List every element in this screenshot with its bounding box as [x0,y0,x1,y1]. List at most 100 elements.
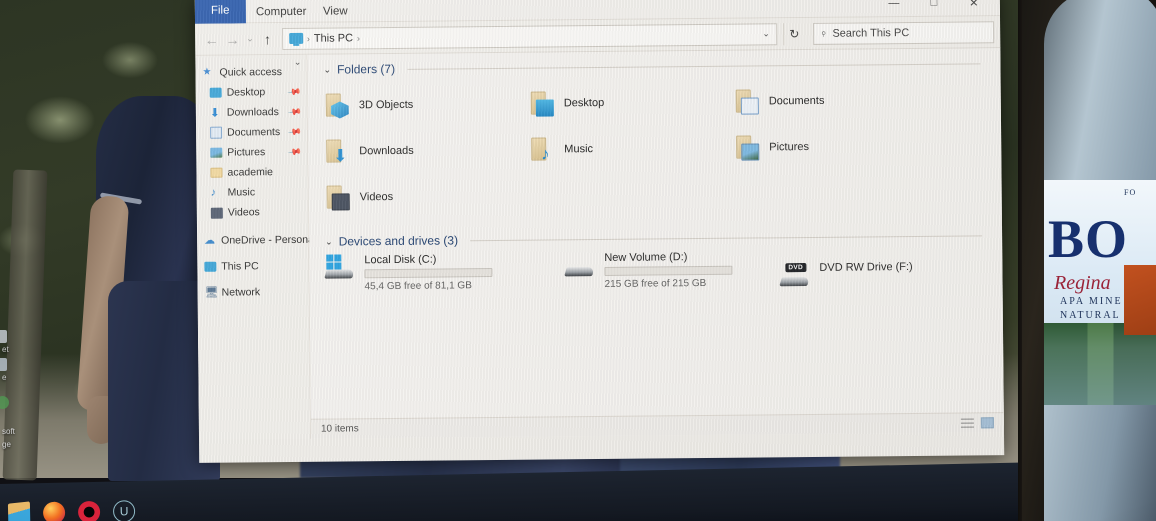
sidebar-item-onedrive[interactable]: ☁ OneDrive - Personal [197,230,316,251]
sidebar-item-label: Downloads [226,106,279,119]
drives-group-header[interactable]: ⌄ Devices and drives (3) [325,228,1002,249]
folder-tile-desktop[interactable]: Desktop [529,79,734,127]
video-icon [210,207,223,219]
sidebar-item-academie[interactable]: academie [196,162,307,183]
forward-button[interactable]: → [222,27,243,51]
sidebar-item-desktop[interactable]: Desktop 📌 [196,82,307,103]
documents-folder-icon [734,88,760,115]
group-divider [407,62,981,70]
music-folder-icon: ♪ [529,136,555,164]
tab-computer[interactable]: Computer [245,1,318,24]
sidebar-item-videos[interactable]: Videos [197,202,308,223]
desktop-icon-label-2[interactable]: e [2,373,6,382]
sidebar-item-label: Pictures [227,146,266,159]
folder-tile-3d-objects[interactable]: 3D Objects [324,81,529,129]
monitor-icon [209,87,222,98]
large-icons-view-icon[interactable] [980,417,994,429]
folder-tile-pictures[interactable]: Pictures [734,123,934,171]
sidebar-item-quick-access[interactable]: ★ Quick access [195,62,306,83]
hard-drive-icon [564,252,595,280]
bottle-brand-text: BO [1048,209,1129,269]
navigation-pane: ⌄ ★ Quick access Desktop 📌 ⬇ Downloads 📌 [195,54,316,440]
view-mode-buttons [960,417,994,429]
windows-drive-icon [324,254,355,282]
drives-group-title: Devices and drives (3) [338,233,459,249]
folder-tile-downloads[interactable]: ⬇ Downloads [324,127,529,175]
background-right: FO BO Regina APA MINE NATURAL [1022,0,1156,521]
address-bar[interactable]: › This PC › ⌄ [281,22,777,50]
drive-tile-local-disk-c[interactable]: Local Disk (C:) 45,4 GB free of 81,1 GB [324,252,565,294]
drive-tile-dvd-rw-f[interactable]: DVD DVD RW Drive (F:) [779,248,980,290]
back-button[interactable]: ← [201,27,222,51]
tab-file[interactable]: File [194,0,246,24]
taskbar-opera-icon[interactable] [77,500,101,521]
bottle-script-text: Regina [1054,272,1111,294]
folder-tile-documents[interactable]: Documents [734,77,934,125]
sidebar-item-label: Videos [227,206,260,219]
folders-group-title: Folders (7) [336,61,396,77]
desktop-icon-label-4[interactable]: ge [2,440,11,449]
taskbar-file-explorer-icon[interactable] [7,501,31,521]
pin-icon[interactable]: 📌 [287,105,302,120]
chevron-down-icon[interactable]: ⌄ [762,28,770,39]
taskbar-u-app-icon[interactable]: U [112,500,136,521]
tile-label: Downloads [359,144,414,158]
drive-capacity-bar [604,265,733,276]
drive-tile-new-volume-d[interactable]: New Volume (D:) 215 GB free of 215 GB [564,250,780,292]
desktop-icon-label-1[interactable]: et [2,345,9,354]
desktop-icon-glyph-2[interactable] [0,358,7,371]
pin-icon[interactable]: 📌 [286,85,302,100]
desktop-folder-icon [529,90,555,117]
star-icon: ★ [202,66,212,78]
maximize-button[interactable]: □ [916,0,952,15]
sidebar-item-this-pc[interactable]: This PC [197,256,308,277]
sidebar-item-label: Network [221,286,261,299]
folders-grid: 3D Objects Desktop Documents ⬇ Downloads… [324,76,1002,220]
desktop-icon-glyph-1[interactable] [0,330,7,343]
bottle-top-text: FO [1124,188,1137,197]
recent-locations-button[interactable]: ⌄ [243,27,257,51]
breadcrumb-separator: › [306,33,310,44]
drive-free-space: 215 GB free of 215 GB [604,277,707,290]
download-icon: ⬇ [209,105,221,120]
sidebar-item-network[interactable]: 🖥 Network [198,282,309,303]
refresh-button[interactable]: ↻ [782,22,805,45]
breadcrumb-this-pc[interactable]: This PC [314,32,353,44]
minimize-button[interactable]: — [876,0,912,15]
music-icon: ♪ [210,186,217,199]
tile-label: Documents [768,94,825,108]
dvd-drive-icon: DVD [779,262,810,290]
drive-label: DVD RW Drive (F:) [819,260,913,274]
content-pane: ⌄ Folders (7) 3D Objects Desktop Documen… [307,48,1004,439]
folder-icon [210,167,223,178]
folder-tile-videos[interactable]: Videos [324,173,529,221]
breadcrumb-separator-2[interactable]: › [357,33,360,43]
drives-grid: Local Disk (C:) 45,4 GB free of 81,1 GB [324,248,1002,294]
pin-icon[interactable]: 📌 [287,145,302,160]
desktop-icon-label-3[interactable]: soft [2,427,15,436]
taskbar-firefox-icon[interactable] [42,501,66,521]
close-button[interactable]: ✕ [956,0,992,15]
group-divider [470,234,983,241]
drive-free-space: 45,4 GB free of 81,1 GB [364,280,472,293]
bottle-label: FO BO Regina APA MINE NATURAL [1044,180,1156,405]
pin-icon[interactable]: 📌 [287,125,302,140]
document-icon [210,126,223,139]
tab-view[interactable]: View [312,0,359,22]
chevron-down-icon[interactable]: ⌄ [325,236,333,247]
sidebar-item-music[interactable]: ♪ Music [197,182,308,203]
up-button[interactable]: ↑ [257,27,278,51]
sidebar-item-downloads[interactable]: ⬇ Downloads 📌 [196,102,307,123]
search-input[interactable]: ⌕ Search This PC [812,20,995,45]
tile-label: 3D Objects [358,98,414,112]
sidebar-item-pictures[interactable]: Pictures 📌 [196,142,307,163]
sidebar-item-label: academie [227,166,274,179]
tile-label: Music [564,143,594,156]
status-bar: 10 items [310,412,1004,439]
folders-group-header[interactable]: ⌄ Folders (7) [323,56,1000,77]
folder-tile-music[interactable]: ♪ Music [529,125,734,173]
chevron-down-icon[interactable]: ⌄ [323,64,331,75]
3d-objects-folder-icon [324,92,350,118]
sidebar-item-documents[interactable]: Documents 📌 [196,122,307,143]
details-view-icon[interactable] [960,417,974,429]
